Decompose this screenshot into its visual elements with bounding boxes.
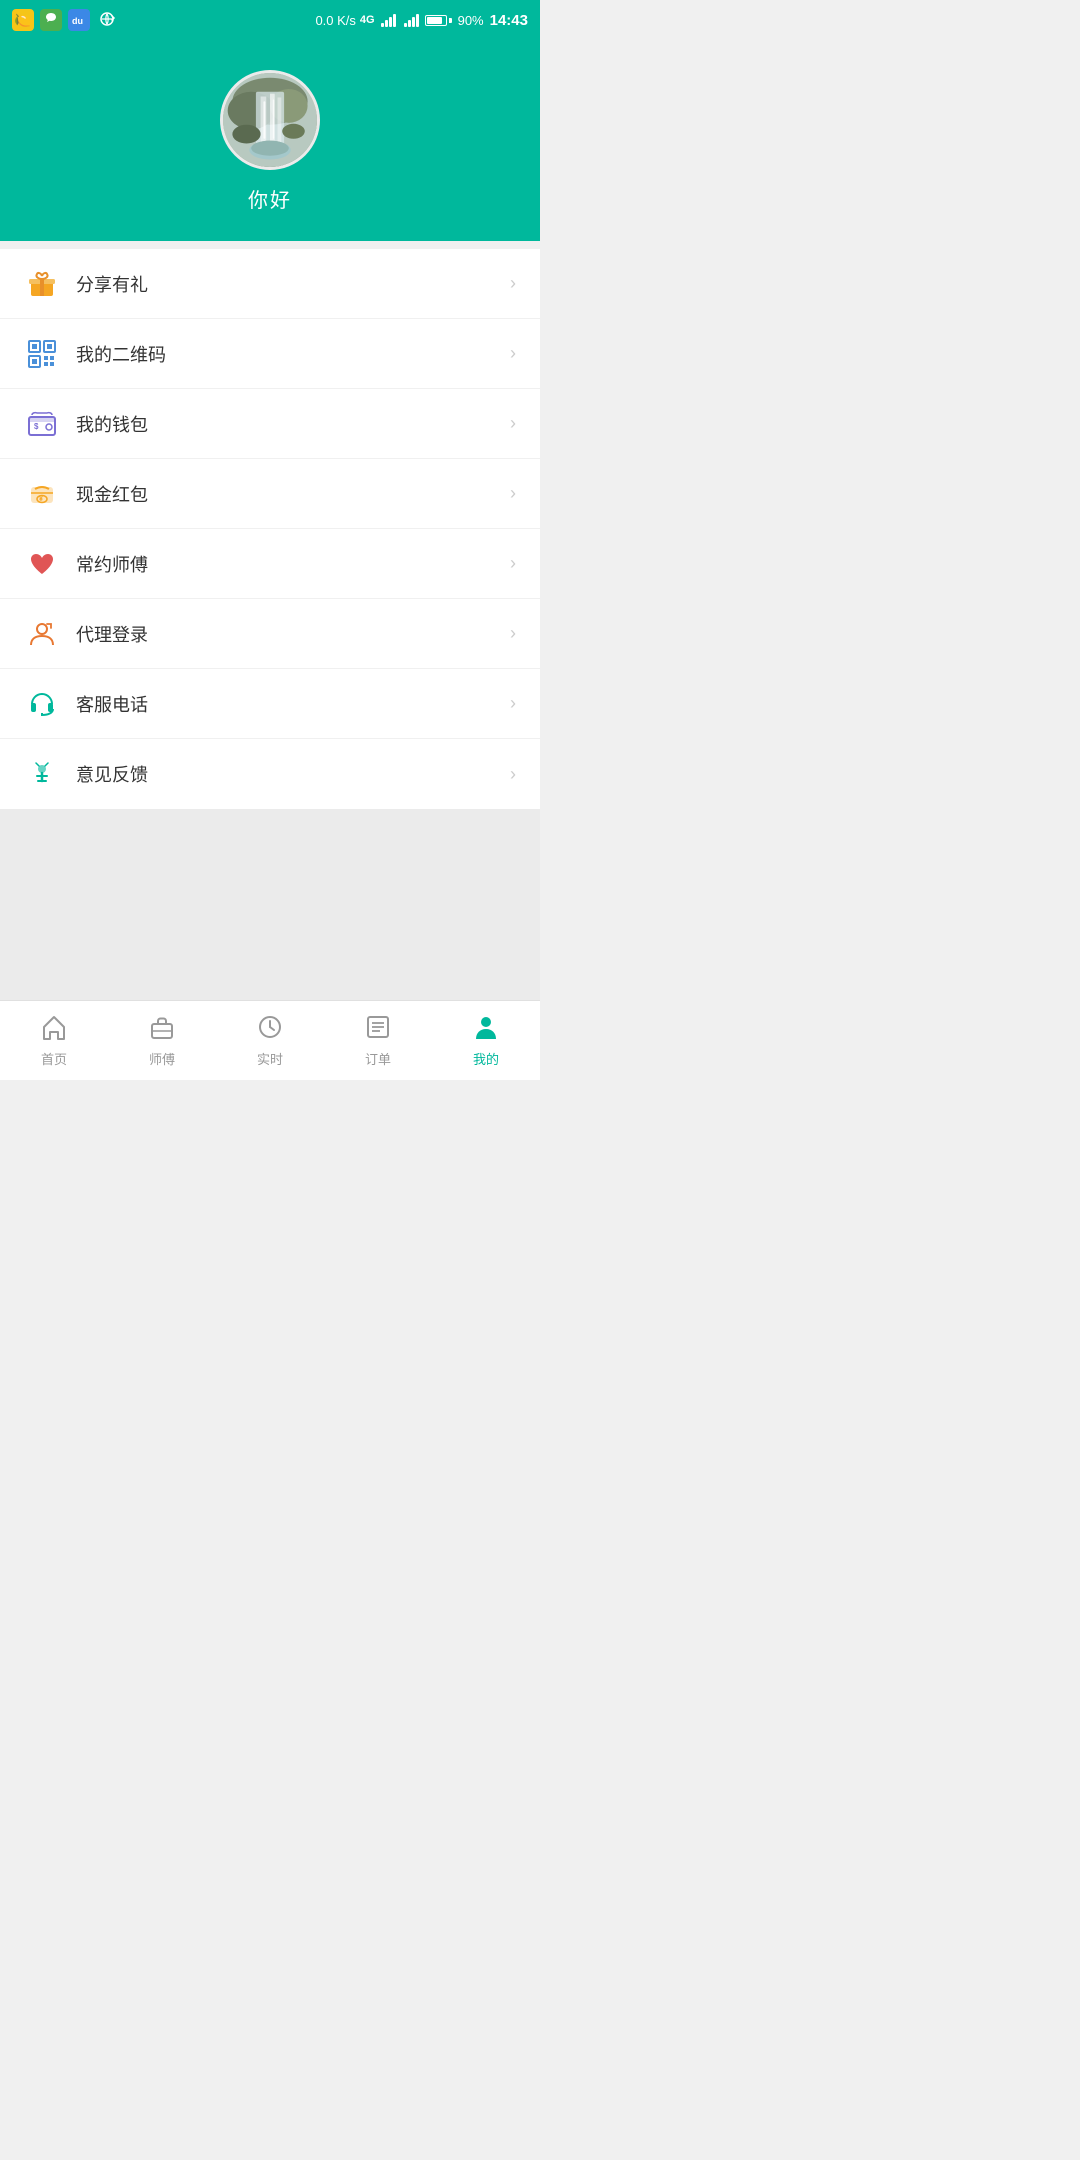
menu-item-phone[interactable]: 客服电话 › xyxy=(0,669,540,739)
menu-item-master[interactable]: 常约师傅 › xyxy=(0,529,540,599)
tab-label-realtime: 实时 xyxy=(257,1049,283,1068)
menu-label-qrcode: 我的二维码 xyxy=(76,341,510,367)
menu-label-share: 分享有礼 xyxy=(76,271,510,297)
menu-label-feedback: 意见反馈 xyxy=(76,761,510,787)
signal-icon xyxy=(381,13,396,27)
content-wrapper: 你好 分享有礼 › xyxy=(0,40,540,1000)
menu-item-redpacket[interactable]: ¥ 现金红包 › xyxy=(0,459,540,529)
list-icon xyxy=(364,1013,392,1045)
app-icon-wechat xyxy=(40,9,62,31)
app-icon-mango: 🍋 xyxy=(12,9,34,31)
signal-icon-2 xyxy=(404,13,419,27)
chevron-icon-wallet: › xyxy=(510,413,516,434)
menu-item-feedback[interactable]: 意见反馈 › xyxy=(0,739,540,809)
network-type: 4G xyxy=(360,14,375,26)
network-speed: 0.0 K/s xyxy=(315,13,355,28)
battery-percentage: 90% xyxy=(458,13,484,28)
gray-content-area xyxy=(0,809,540,1000)
profile-header: 你好 xyxy=(0,40,540,241)
agent-icon xyxy=(24,616,60,652)
tab-label-mine: 我的 xyxy=(473,1049,499,1068)
chevron-icon-share: › xyxy=(510,273,516,294)
heart-icon xyxy=(24,546,60,582)
avatar[interactable] xyxy=(220,70,320,170)
menu-item-agent[interactable]: 代理登录 › xyxy=(0,599,540,669)
svg-text:¥: ¥ xyxy=(39,496,43,503)
status-right-info: 0.0 K/s 4G 90% 14:43 xyxy=(315,12,528,29)
svg-text:$: $ xyxy=(34,422,39,431)
feedback-icon xyxy=(24,756,60,792)
menu-label-redpacket: 现金红包 xyxy=(76,481,510,507)
svg-text:du: du xyxy=(72,16,83,26)
home-icon xyxy=(40,1013,68,1045)
battery-icon xyxy=(425,15,452,26)
menu-label-phone: 客服电话 xyxy=(76,691,510,717)
chevron-icon-master: › xyxy=(510,553,516,574)
tab-label-master: 师傅 xyxy=(149,1049,175,1068)
briefcase-icon xyxy=(148,1013,176,1045)
tab-item-home[interactable]: 首页 xyxy=(0,1013,108,1068)
tab-item-master[interactable]: 师傅 xyxy=(108,1013,216,1068)
status-bar: 🍋 du 0.0 K/s 4G xyxy=(0,0,540,40)
chevron-icon-agent: › xyxy=(510,623,516,644)
chevron-icon-phone: › xyxy=(510,693,516,714)
clock-icon xyxy=(256,1013,284,1045)
wallet-icon: $ xyxy=(24,406,60,442)
menu-list: 分享有礼 › 我的二维码 › xyxy=(0,249,540,809)
time: 14:43 xyxy=(490,12,528,29)
avatar-image xyxy=(223,73,317,167)
menu-item-qrcode[interactable]: 我的二维码 › xyxy=(0,319,540,389)
status-left-icons: 🍋 du xyxy=(12,9,118,31)
app-icon-vpn xyxy=(96,9,118,31)
menu-item-wallet[interactable]: $ 我的钱包 › xyxy=(0,389,540,459)
person-icon xyxy=(472,1013,500,1045)
tab-item-mine[interactable]: 我的 xyxy=(432,1013,540,1068)
chevron-icon-feedback: › xyxy=(510,764,516,785)
menu-label-wallet: 我的钱包 xyxy=(76,411,510,437)
tab-item-realtime[interactable]: 实时 xyxy=(216,1013,324,1068)
tab-label-home: 首页 xyxy=(41,1049,67,1068)
menu-label-master: 常约师傅 xyxy=(76,551,510,577)
headset-icon xyxy=(24,686,60,722)
qr-icon xyxy=(24,336,60,372)
app-icon-baidu: du xyxy=(68,9,90,31)
username: 你好 xyxy=(248,184,292,213)
gift-icon xyxy=(24,266,60,302)
menu-item-share[interactable]: 分享有礼 › xyxy=(0,249,540,319)
menu-label-agent: 代理登录 xyxy=(76,621,510,647)
chevron-icon-qrcode: › xyxy=(510,343,516,364)
tab-item-order[interactable]: 订单 xyxy=(324,1013,432,1068)
chevron-icon-redpacket: › xyxy=(510,483,516,504)
tab-label-order: 订单 xyxy=(365,1049,391,1068)
redpacket-icon: ¥ xyxy=(24,476,60,512)
tab-bar: 首页 师傅 实时 xyxy=(0,1000,540,1080)
